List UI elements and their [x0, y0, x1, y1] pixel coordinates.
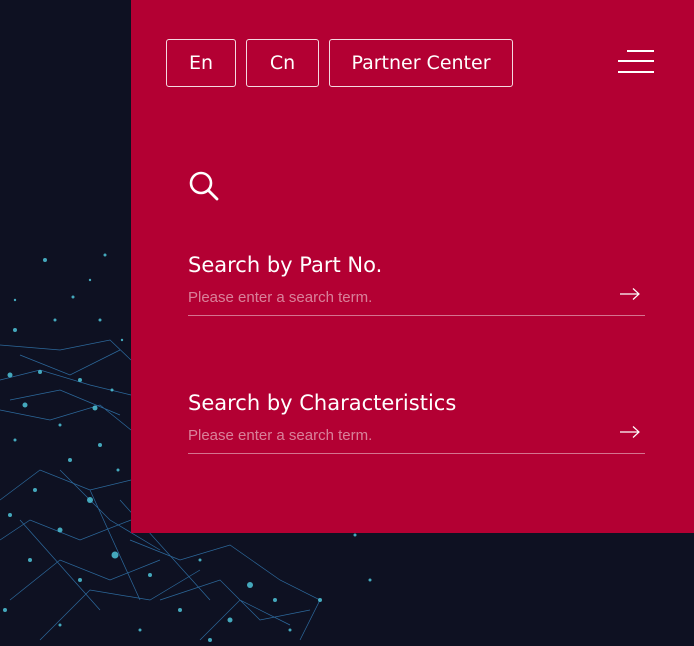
language-cn-button[interactable]: Cn [246, 39, 319, 87]
hamburger-icon[interactable] [616, 50, 656, 76]
part-number-label: Search by Part No. [188, 253, 383, 277]
characteristics-label: Search by Characteristics [188, 391, 457, 415]
search-icon [189, 171, 219, 201]
search-panel: En Cn Partner Center Search by Part No. … [131, 0, 694, 533]
language-en-button[interactable]: En [166, 39, 236, 87]
part-number-field [188, 280, 645, 316]
characteristics-input[interactable] [188, 423, 608, 447]
arrow-right-icon[interactable] [619, 286, 641, 302]
part-number-search: Search by Part No. [188, 250, 645, 316]
part-number-input[interactable] [188, 285, 608, 309]
characteristics-search: Search by Characteristics [188, 388, 645, 454]
partner-center-button[interactable]: Partner Center [329, 39, 513, 87]
characteristics-field [188, 418, 645, 454]
arrow-right-icon[interactable] [619, 424, 641, 440]
